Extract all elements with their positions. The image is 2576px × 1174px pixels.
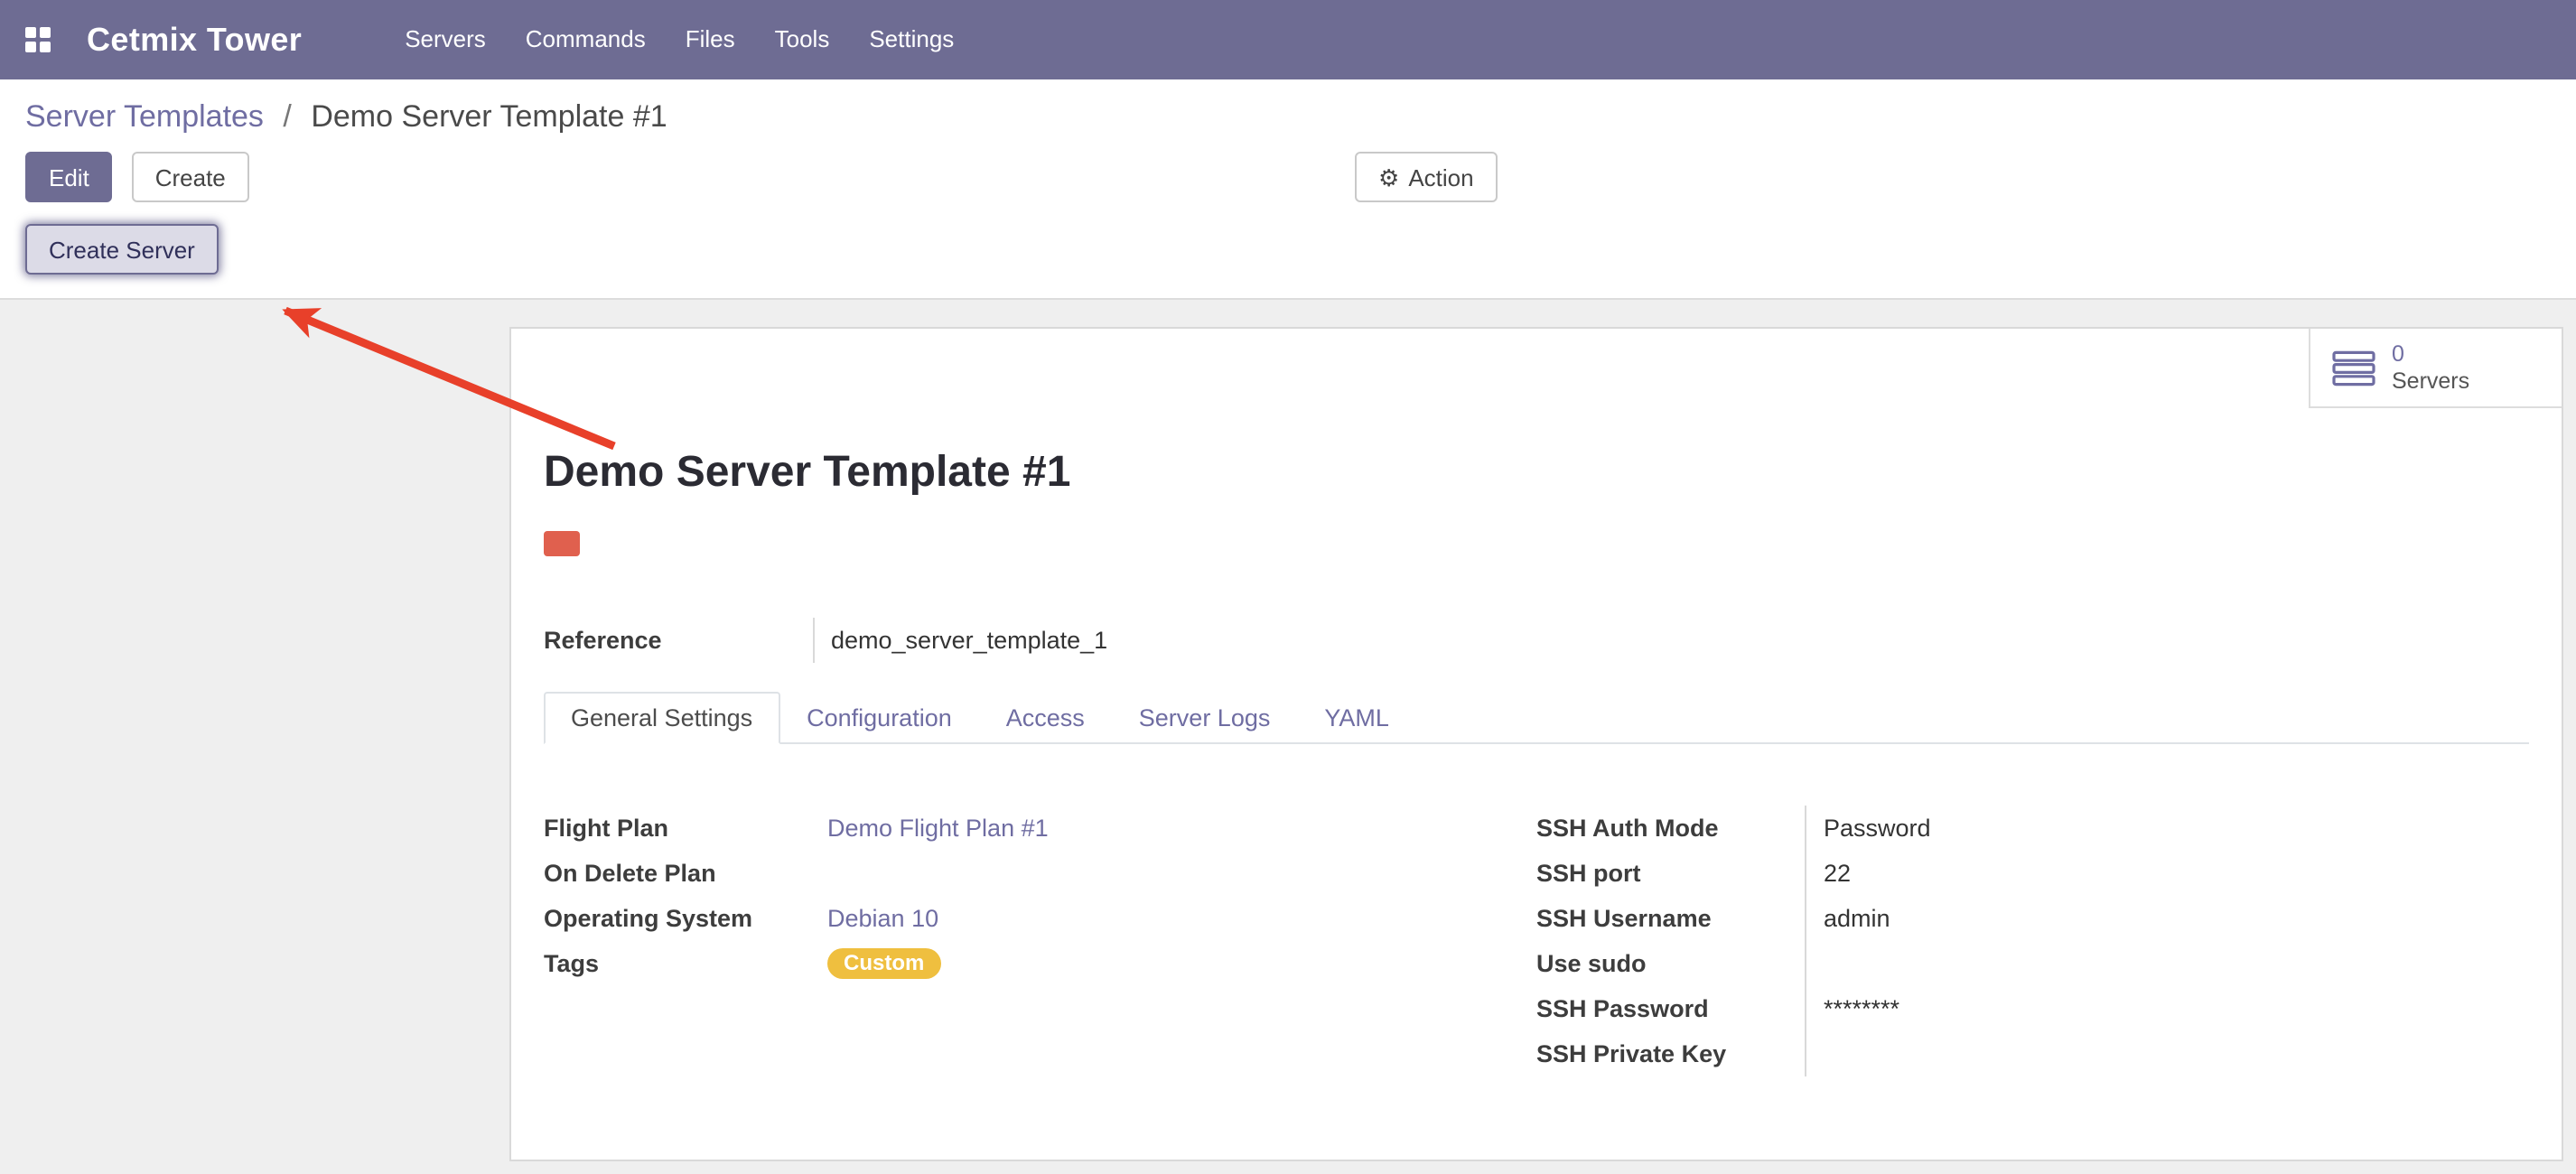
brand-title[interactable]: Cetmix Tower xyxy=(87,21,302,59)
color-swatch xyxy=(544,531,580,556)
group-right-values: Password 22 admin ******** xyxy=(1804,806,2529,1076)
control-buttons-row: Edit Create ⚙ Action xyxy=(25,152,2551,202)
page: Cetmix Tower Servers Commands Files Tool… xyxy=(0,0,2576,1174)
edit-button[interactable]: Edit xyxy=(25,152,113,202)
tab-configuration[interactable]: Configuration xyxy=(779,692,979,744)
breadcrumb-link-server-templates[interactable]: Server Templates xyxy=(25,99,264,134)
tags-value: Custom xyxy=(827,941,1536,986)
reference-label: Reference xyxy=(544,618,813,663)
apps-grid-icon[interactable] xyxy=(25,27,51,52)
servers-stat-button[interactable]: 0 Servers xyxy=(2309,329,2562,408)
ssh-auth-mode-value: Password xyxy=(1824,806,2529,851)
server-stack-icon xyxy=(2332,349,2375,386)
ssh-private-key-value xyxy=(1824,1031,2529,1076)
breadcrumb-current: Demo Server Template #1 xyxy=(311,99,667,134)
breadcrumb: Server Templates / Demo Server Template … xyxy=(25,98,2551,137)
tab-access[interactable]: Access xyxy=(979,692,1112,744)
group-right-labels: SSH Auth Mode SSH port SSH Username Use … xyxy=(1536,806,1804,1076)
breadcrumb-separator: / xyxy=(283,99,291,134)
nav-item-commands[interactable]: Commands xyxy=(506,0,666,79)
tab-server-logs[interactable]: Server Logs xyxy=(1112,692,1298,744)
field-groups: Flight Plan On Delete Plan Operating Sys… xyxy=(544,806,2529,1076)
ssh-password-value: ******** xyxy=(1824,986,2529,1031)
group-left-values: Demo Flight Plan #1 Debian 10 Custom xyxy=(827,806,1536,1076)
tab-yaml[interactable]: YAML xyxy=(1297,692,1416,744)
stat-count: 0 xyxy=(2392,340,2469,368)
reference-value: demo_server_template_1 xyxy=(813,618,1107,663)
field-label-ssh-password: SSH Password xyxy=(1536,986,1804,1031)
stat-label: Servers xyxy=(2392,368,2469,395)
sheet-body: Demo Server Template #1 Reference demo_s… xyxy=(511,448,2562,1076)
ssh-port-value: 22 xyxy=(1824,851,2529,896)
group-right: SSH Auth Mode SSH port SSH Username Use … xyxy=(1536,806,2529,1076)
action-button[interactable]: ⚙ Action xyxy=(1355,152,1498,202)
field-label-on-delete-plan: On Delete Plan xyxy=(544,851,827,896)
control-panel: Server Templates / Demo Server Template … xyxy=(0,79,2576,300)
gear-icon: ⚙ xyxy=(1378,165,1399,189)
top-navbar: Cetmix Tower Servers Commands Files Tool… xyxy=(0,0,2576,79)
nav-item-tools[interactable]: Tools xyxy=(755,0,850,79)
operating-system-value: Debian 10 xyxy=(827,896,1536,941)
field-label-ssh-auth-mode: SSH Auth Mode xyxy=(1536,806,1804,851)
flight-plan-link[interactable]: Demo Flight Plan #1 xyxy=(827,815,1049,842)
field-label-ssh-private-key: SSH Private Key xyxy=(1536,1031,1804,1076)
highlight-row: Create Server xyxy=(25,224,2551,275)
nav-item-files[interactable]: Files xyxy=(666,0,755,79)
field-label-use-sudo: Use sudo xyxy=(1536,941,1804,986)
stat-text: 0 Servers xyxy=(2392,340,2469,395)
main-menu: Servers Commands Files Tools Settings xyxy=(385,0,974,79)
content-area: 0 Servers Demo Server Template #1 Refere… xyxy=(0,300,2576,1174)
field-label-tags: Tags xyxy=(544,941,827,986)
form-sheet: 0 Servers Demo Server Template #1 Refere… xyxy=(509,327,2563,1161)
field-label-ssh-username: SSH Username xyxy=(1536,896,1804,941)
nav-item-servers[interactable]: Servers xyxy=(385,0,506,79)
nav-item-settings[interactable]: Settings xyxy=(849,0,974,79)
create-button[interactable]: Create xyxy=(132,152,249,202)
field-label-flight-plan: Flight Plan xyxy=(544,806,827,851)
operating-system-link[interactable]: Debian 10 xyxy=(827,905,938,932)
page-title: Demo Server Template #1 xyxy=(544,448,2529,498)
create-server-button[interactable]: Create Server xyxy=(25,224,219,275)
field-label-ssh-port: SSH port xyxy=(1536,851,1804,896)
tag-custom: Custom xyxy=(827,948,940,979)
reference-field: Reference demo_server_template_1 xyxy=(544,618,2529,663)
use-sudo-value xyxy=(1824,941,2529,986)
tab-general-settings[interactable]: General Settings xyxy=(544,692,779,744)
ssh-username-value: admin xyxy=(1824,896,2529,941)
notebook-tabs: General Settings Configuration Access Se… xyxy=(544,692,2529,744)
group-left-labels: Flight Plan On Delete Plan Operating Sys… xyxy=(544,806,827,1076)
flight-plan-value: Demo Flight Plan #1 xyxy=(827,806,1536,851)
group-left: Flight Plan On Delete Plan Operating Sys… xyxy=(544,806,1536,1076)
field-label-operating-system: Operating System xyxy=(544,896,827,941)
action-button-label: Action xyxy=(1408,163,1473,191)
on-delete-plan-value xyxy=(827,851,1536,896)
